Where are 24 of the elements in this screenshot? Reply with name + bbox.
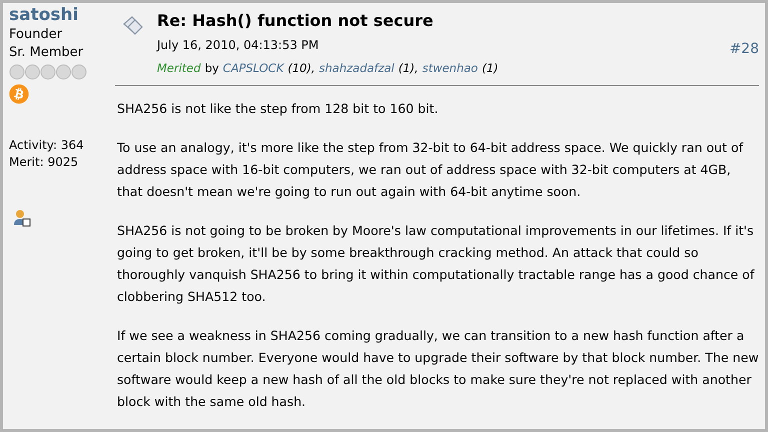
post-date: July 16, 2010, 04:13:53 PM	[157, 37, 320, 54]
merit-amount: (1),	[398, 60, 418, 77]
post-paragraph: SHA256 is not going to be broken by Moore's law computational improvements in our lifetimes. If it's going to get broken, it'll be by some breakthrough cracking method. An attack that could so thoroughly vanquish SHA256 to bring it within computationally tractable range has a good chance of clobbering SHA512 too.	[117, 222, 756, 306]
rank-icon	[9, 64, 87, 80]
post-number-link[interactable]: #28	[729, 39, 759, 60]
bitcoin-icon	[9, 84, 29, 104]
user-position: Founder	[9, 26, 64, 44]
merit-user-link[interactable]: shahzadafzal	[319, 59, 394, 77]
post-paragraph: To use an analogy, it's more like the step from 32-bit to 64-bit address space. We quickly ran out of address space with 16-bit computers, we ran out of address space with 32-bit computers at 4GB, that doesn't mean we're going to run out again with 64-bit anytime soon.	[117, 139, 744, 201]
activity-count: Activity: 364	[9, 137, 85, 154]
merit-amount: (1)	[482, 60, 498, 77]
merited-label: Merited	[157, 60, 201, 77]
post-icon	[121, 15, 145, 37]
user-profile-icon[interactable]	[13, 209, 31, 227]
merit-user-link[interactable]: stwenhao	[422, 59, 478, 77]
post-paragraph: SHA256 is not like the step from 128 bit to 160 bit.	[117, 100, 440, 118]
merited-by: by	[204, 60, 219, 77]
user-rank: Sr. Member	[9, 44, 84, 62]
post-paragraph: If we see a weakness in SHA256 coming gradually, we can transition to a new hash function after a certain block number. Everyone would have to upgrade their software by that block number. The new software would keep a new hash of all the old blocks to make sure they're not replaced with another block with the same old hash.	[117, 327, 759, 411]
post-title[interactable]: Re: Hash() function not secure	[157, 9, 730, 33]
merit-user-link[interactable]: CAPSLOCK	[222, 59, 284, 77]
merit-amount: (10),	[288, 60, 315, 77]
username-link[interactable]: satoshi	[9, 5, 115, 25]
merit-count: Merit: 9025	[9, 154, 80, 171]
